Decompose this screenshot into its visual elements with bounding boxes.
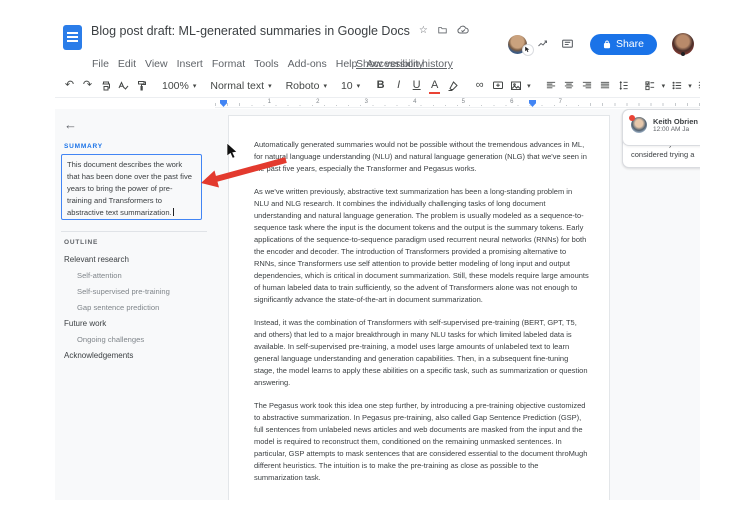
title-row: Blog post draft: ML-generated summaries … (91, 24, 469, 38)
outline-item[interactable]: Gap sentence prediction (64, 299, 213, 315)
zoom-select[interactable]: 100% ▾ (162, 80, 196, 92)
text-cursor (172, 208, 174, 216)
paint-format-icon[interactable] (135, 78, 148, 93)
document-canvas: ← SUMMARY This document describes the wo… (55, 109, 700, 500)
menu-item[interactable]: Tools (254, 58, 279, 70)
font-size-select[interactable]: 10 ▾ (341, 80, 360, 92)
bold-icon[interactable]: B (374, 78, 387, 93)
comment-card[interactable]: Keith Obrien 12:00 AM Ja (622, 109, 700, 146)
summary-section-label: SUMMARY (64, 143, 103, 150)
move-folder-icon[interactable] (437, 25, 448, 38)
ruler-number: 5 (439, 99, 488, 105)
justify-icon[interactable] (599, 78, 612, 93)
insert-image-icon[interactable] (509, 78, 522, 93)
lock-icon (603, 40, 611, 48)
outline-item[interactable]: Relevant research (64, 251, 213, 267)
align-left-icon[interactable] (545, 78, 558, 93)
document-title[interactable]: Blog post draft: ML-generated summaries … (91, 24, 410, 38)
document-page[interactable]: Automatically generated summaries would … (228, 115, 610, 500)
share-button[interactable]: Share (589, 33, 657, 55)
share-button-label: Share (615, 38, 644, 50)
docs-logo-icon[interactable] (63, 25, 82, 50)
outline-item[interactable]: Self-supervised pre-training (64, 283, 213, 299)
redo-icon[interactable]: ↷ (81, 78, 94, 93)
checklist-icon[interactable] (644, 78, 657, 93)
align-center-icon[interactable] (563, 78, 576, 93)
menu-item[interactable]: Edit (118, 58, 136, 70)
comment-text-line: considered trying a (631, 150, 695, 159)
panel-divider (61, 231, 207, 232)
formatting-toolbar: ↶ ↷ 100% ▾ Normal text ▾ Roboto ▾ 10 ▾ B I U… (55, 74, 700, 98)
print-icon[interactable] (99, 78, 112, 93)
google-docs-window: Blog post draft: ML-generated summaries … (55, 18, 700, 500)
align-right-icon[interactable] (581, 78, 594, 93)
spell-check-icon[interactable] (117, 78, 130, 93)
chevron-down-icon[interactable]: ▾ (688, 82, 692, 90)
text-color-icon[interactable]: A (428, 78, 441, 94)
outline-item[interactable]: Ongoing challenges (64, 331, 213, 347)
decrease-indent-icon[interactable] (697, 78, 700, 93)
ruler-number: 7 (536, 99, 585, 105)
outline-item[interactable]: Acknowledgements (64, 347, 213, 363)
outline-section-label: OUTLINE (64, 239, 99, 246)
chevron-down-icon[interactable]: ▾ (527, 82, 531, 90)
menu-item[interactable]: Add-ons (288, 58, 327, 70)
ruler-number: 3 (342, 99, 391, 105)
outline-item[interactable]: Future work (64, 315, 213, 331)
menu-item[interactable]: File (92, 58, 109, 70)
chevron-down-icon: ▾ (356, 82, 361, 90)
ruler-number: 2 (293, 99, 342, 105)
collaborator-cursor-badge (521, 43, 534, 56)
header-actions: Share (507, 30, 694, 58)
paragraph[interactable]: Automatically generated summaries would … (254, 139, 589, 175)
activity-trend-icon[interactable] (536, 37, 551, 52)
ruler-number: 1 (245, 99, 294, 105)
paragraph[interactable]: Instead, it was the combination of Trans… (254, 317, 589, 389)
star-icon[interactable]: ☆ (419, 26, 428, 36)
chevron-down-icon[interactable]: ▾ (662, 82, 666, 90)
cloud-save-status-icon[interactable] (457, 25, 469, 38)
ruler-number: 4 (390, 99, 439, 105)
outline-item[interactable]: Self-attention (64, 267, 213, 283)
font-select[interactable]: Roboto ▾ (286, 80, 327, 92)
show-version-history-link[interactable]: Show version history (356, 58, 453, 70)
comment-author-avatar (629, 115, 647, 133)
add-comment-icon[interactable] (491, 78, 504, 93)
underline-icon[interactable]: U (410, 78, 423, 93)
bulleted-list-icon[interactable] (670, 78, 683, 93)
comment-author-name: Keith Obrien (653, 117, 699, 126)
comment-timestamp: 12:00 AM Ja (653, 126, 690, 133)
close-panel-icon[interactable]: ← (64, 117, 77, 132)
summary-outline-panel: ← SUMMARY This document describes the wo… (55, 109, 217, 500)
user-avatar[interactable] (672, 33, 694, 56)
collaborator-avatar[interactable] (507, 34, 534, 56)
paragraph[interactable]: The Pegasus work took this idea one step… (254, 400, 589, 484)
menu-item[interactable]: Insert (177, 58, 203, 70)
undo-icon[interactable]: ↶ (63, 78, 76, 93)
menu-item[interactable]: Format (212, 58, 245, 70)
summary-text-input[interactable]: This document describes the work that ha… (61, 154, 202, 220)
outline-list: Relevant research Self-attention Self-supe… (64, 251, 213, 363)
paragraph[interactable]: As we've written previously, abstractive… (254, 186, 589, 306)
ruler-number: 6 (487, 99, 536, 105)
menu-item[interactable]: View (145, 58, 168, 70)
chevron-down-icon: ▾ (192, 82, 197, 90)
chevron-down-icon: ▾ (323, 82, 327, 90)
document-text: Automatically generated summaries would … (229, 116, 609, 484)
chevron-down-icon: ▾ (268, 82, 272, 90)
ruler[interactable]: 1234567 (215, 99, 700, 108)
paragraph-style-select[interactable]: Normal text ▾ (210, 80, 271, 92)
italic-icon[interactable]: I (392, 78, 405, 93)
highlight-color-icon[interactable] (446, 78, 459, 93)
open-comments-icon[interactable] (560, 37, 575, 52)
insert-link-icon[interactable]: ∞ (473, 78, 486, 93)
line-spacing-icon[interactable] (617, 78, 630, 93)
menu-item[interactable]: Help (336, 58, 358, 70)
